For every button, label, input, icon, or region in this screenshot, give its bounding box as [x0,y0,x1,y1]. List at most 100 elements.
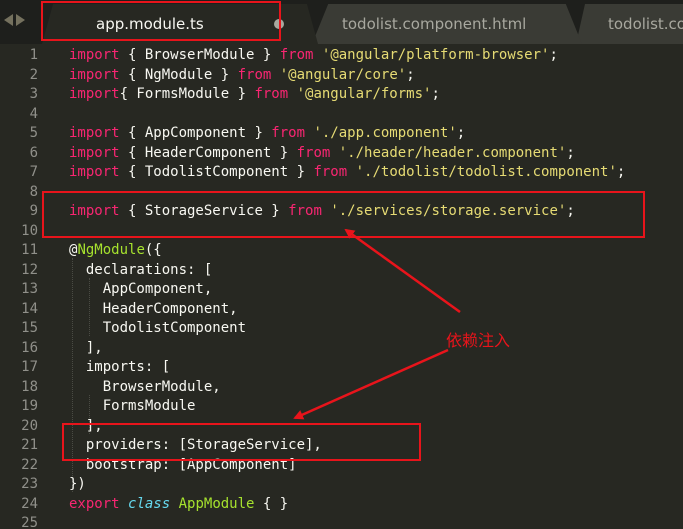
highlight-box-providers [62,423,421,461]
code-token: class [128,495,171,512]
code-token: ({ [144,242,162,258]
code-token: HeaderComponent, [69,300,238,317]
code-token: { AppComponent } [119,125,272,141]
line-number: 13 [21,281,38,297]
code-token: './app.component' [313,125,457,141]
line-number: 7 [29,164,38,180]
code-token: import [69,47,120,63]
code-line[interactable]: imports: [ [69,358,170,378]
code-line[interactable]: TodolistComponent [69,319,246,339]
arrow-left-icon[interactable] [4,14,13,26]
code-line[interactable]: BrowserModule, [69,378,221,398]
code-line[interactable]: declarations: [ [69,261,212,281]
line-number: 24 [21,495,38,512]
highlight-box-import [42,191,645,238]
code-token: from [237,66,272,83]
code-token: './header/header.component' [338,144,567,161]
code-token: declarations: [ [69,261,213,278]
code-token: ; [616,164,626,180]
code-token: export [69,495,120,512]
code-token: './todolist/todolist.component' [355,164,617,180]
code-token: ; [431,86,440,102]
tab-todolist-component-ts[interactable]: todolist.com [576,4,683,44]
line-number: 25 [21,515,38,529]
code-token: import [69,86,120,102]
tab-label: todolist.com [608,15,683,33]
code-line[interactable]: HeaderComponent, [69,300,238,320]
code-token: AppModule [178,495,255,512]
tab-bar: todolist.com todolist.component.html app… [0,0,683,44]
line-number: 9 [29,203,38,219]
line-number: 4 [29,105,38,122]
line-number: 10 [21,222,38,239]
line-number: 6 [29,144,38,161]
code-token: import [69,164,120,180]
code-token: from [279,47,314,63]
line-number: 5 [29,125,38,141]
code-line[interactable]: ], [69,339,103,359]
line-number: 3 [29,86,38,102]
code-token: { TodolistComponent } [119,164,314,180]
line-number: 20 [21,417,38,434]
code-token: '@angular/platform-browser' [321,47,550,63]
arrow-right-icon[interactable] [16,14,25,26]
tab-highlight-box [41,1,281,41]
code-line[interactable]: import { BrowserModule } from '@angular/… [69,46,558,66]
line-number: 2 [29,66,38,83]
tab-todolist-component-html[interactable]: todolist.component.html [312,4,582,44]
line-number: 1 [29,47,38,63]
line-number: 16 [21,339,38,356]
tab-nav-arrows[interactable] [4,10,32,30]
code-token: import [69,125,120,141]
code-token: TodolistComponent [69,320,247,336]
code-token: FormsModule [69,398,196,414]
line-number: 8 [29,183,38,200]
line-number: 18 [21,378,38,395]
code-token: ; [549,47,558,63]
code-line[interactable]: AppComponent, [69,280,213,300]
line-number: 11 [21,242,38,258]
code-line[interactable]: }) [69,475,86,495]
code-token: '@angular/forms' [296,86,432,102]
code-line[interactable]: @NgModule({ [69,241,162,261]
line-number: 12 [21,261,38,278]
line-number: 21 [21,437,38,453]
code-token: from [313,164,348,180]
line-number-gutter: 1 2 3 4 5 6 7 8 9 10 11 12 13 14 15 16 17 18 19 20 21 22 23 24 2… [0,44,52,529]
code-token: import [69,144,120,161]
line-number: 17 [21,359,38,375]
code-token: { NgModule } [119,66,238,83]
editor-window: todolist.com todolist.component.html app… [0,0,683,529]
code-token: { BrowserModule } [119,47,280,63]
code-line[interactable]: import{ FormsModule } from '@angular/for… [69,85,440,105]
code-token: ], [69,339,103,356]
code-line[interactable]: import { TodolistComponent } from './tod… [69,163,625,183]
code-token: AppComponent, [69,281,213,297]
line-number: 23 [21,476,38,492]
code-token: from [296,144,331,161]
code-line[interactable]: import { HeaderComponent } from './heade… [69,144,575,164]
line-number: 19 [21,398,38,414]
code-token: { } [254,495,289,512]
code-token: imports: [ [69,359,171,375]
code-token: from [271,125,306,141]
code-token: ; [456,125,466,141]
line-number: 14 [21,300,38,317]
code-token: { FormsModule } [119,86,255,102]
code-token: ; [406,66,415,83]
code-token: from [254,86,289,102]
code-line[interactable]: FormsModule [69,397,196,417]
line-number: 15 [21,320,38,336]
code-token: }) [69,476,86,492]
code-token: NgModule [77,242,145,258]
code-token: import [69,66,120,83]
code-line[interactable]: export class AppModule { } [69,495,288,515]
code-token: ; [566,144,575,161]
code-line[interactable]: import { NgModule } from '@angular/core'… [69,66,415,86]
code-line[interactable]: import { AppComponent } from './app.comp… [69,124,465,144]
